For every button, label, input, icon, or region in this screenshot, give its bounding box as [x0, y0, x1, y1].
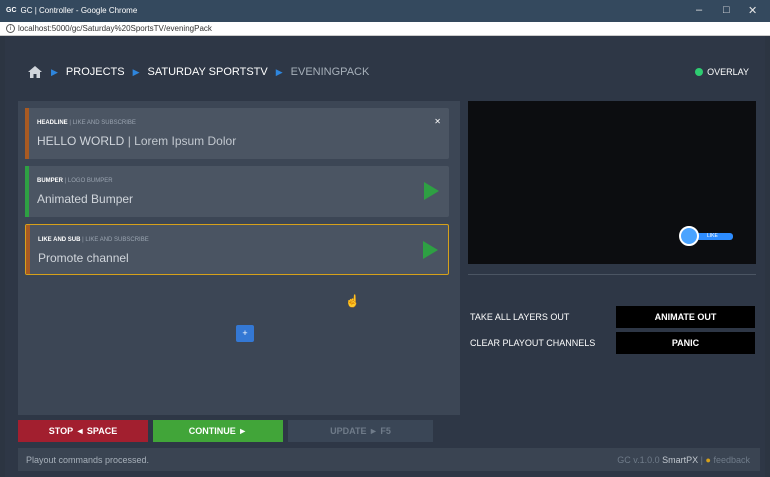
status-bar: Playout commands processed. GC v.1.0.0 S…	[18, 448, 760, 471]
address-bar[interactable]: i localhost:5000/gc/Saturday%20SportsTV/…	[0, 22, 770, 36]
browser-titlebar: GC GC | Controller - Google Chrome – □ ✕	[0, 0, 770, 22]
card-title: Promote channel	[38, 251, 129, 265]
status-dot-icon	[695, 68, 704, 76]
card-type: LIKE AND SUB	[38, 237, 81, 243]
preview-window: LIKE	[468, 101, 756, 264]
separator-icon: ▶	[132, 66, 140, 77]
close-icon[interactable]: ✕	[434, 117, 441, 126]
card-color-bar	[25, 166, 29, 217]
home-icon[interactable]	[27, 65, 43, 79]
update-button[interactable]: UPDATE ► F5	[288, 420, 433, 442]
separator-icon: ▶	[51, 66, 58, 77]
breadcrumb-project[interactable]: SATURDAY SPORTSTV	[148, 66, 268, 78]
card-template: LIKE AND SUBSCRIBE	[85, 237, 149, 243]
play-icon[interactable]	[423, 241, 438, 259]
card-title: HELLO WORLD | Lorem Ipsum Dolor	[37, 134, 237, 148]
stop-button[interactable]: STOP ◄ SPACE	[18, 420, 148, 442]
playout-button-bar: STOP ◄ SPACE CONTINUE ► UPDATE ► F5	[18, 420, 433, 442]
status-message: Playout commands processed.	[26, 455, 150, 465]
card-like-and-sub[interactable]: LIKE AND SUB | LIKE AND SUBSCRIBE Promot…	[25, 224, 449, 275]
card-title: Animated Bumper	[37, 192, 134, 206]
card-extra-text: Lorem Ipsum Dolor	[134, 134, 237, 148]
card-meta: BUMPER | LOGO BUMPER	[37, 178, 113, 184]
card-type: BUMPER	[37, 178, 64, 184]
like-icon	[679, 226, 699, 246]
action-row-panic: CLEAR PLAYOUT CHANNELS PANIC	[470, 332, 755, 354]
gc-logo: GC	[6, 7, 17, 14]
card-bumper[interactable]: BUMPER | LOGO BUMPER Animated Bumper	[25, 166, 449, 217]
overlay-status[interactable]: OVERLAY	[695, 67, 749, 77]
rundown-panel: HEADLINE | LIKE AND SUBSCRIBE HELLO WORL…	[18, 101, 460, 415]
card-template: LIKE AND SUBSCRIBE	[72, 120, 136, 126]
version-text: GC v.1.0.0	[617, 455, 660, 465]
card-headline[interactable]: HEADLINE | LIKE AND SUBSCRIBE HELLO WORL…	[25, 108, 449, 159]
url-text[interactable]: localhost:5000/gc/Saturday%20SportsTV/ev…	[18, 24, 212, 33]
brand-text: SmartPX	[662, 455, 699, 465]
hand-cursor-icon: ☝	[345, 294, 360, 308]
minimize-button[interactable]: –	[696, 4, 702, 16]
feedback-link[interactable]: feedback	[713, 455, 750, 465]
window-title: GC GC | Controller - Google Chrome	[6, 6, 137, 15]
card-color-bar	[26, 225, 30, 274]
maximize-button[interactable]: □	[723, 4, 730, 16]
card-template: LOGO BUMPER	[67, 178, 113, 184]
like-pill: LIKE	[693, 233, 733, 240]
animate-out-button[interactable]: ANIMATE OUT	[616, 306, 755, 328]
play-icon[interactable]	[424, 182, 439, 200]
bulb-icon: ●	[705, 455, 711, 465]
like-badge: LIKE	[679, 226, 734, 246]
breadcrumb: ▶ PROJECTS ▶ SATURDAY SPORTSTV ▶ EVENING…	[27, 65, 369, 79]
divider	[468, 274, 756, 275]
separator-icon: ▶	[275, 66, 283, 77]
continue-button[interactable]: CONTINUE ►	[153, 420, 283, 442]
breadcrumb-projects[interactable]: PROJECTS	[66, 66, 125, 78]
card-type: HEADLINE	[37, 120, 68, 126]
action-label: TAKE ALL LAYERS OUT	[470, 312, 570, 322]
info-icon[interactable]: i	[6, 24, 15, 33]
action-row-animate-out: TAKE ALL LAYERS OUT ANIMATE OUT	[470, 306, 755, 328]
card-title-text: HELLO WORLD	[37, 134, 125, 148]
action-label: CLEAR PLAYOUT CHANNELS	[470, 338, 596, 348]
card-meta: LIKE AND SUB | LIKE AND SUBSCRIBE	[38, 237, 149, 243]
app-root: ▶ PROJECTS ▶ SATURDAY SPORTSTV ▶ EVENING…	[5, 36, 765, 477]
add-card-button[interactable]: +	[236, 325, 254, 342]
breadcrumb-pack: EVENINGPACK	[290, 66, 370, 78]
card-meta: HEADLINE | LIKE AND SUBSCRIBE	[37, 120, 136, 126]
card-color-bar	[25, 108, 29, 159]
version-info: GC v.1.0.0 SmartPX | ● feedback	[617, 455, 750, 465]
panic-button[interactable]: PANIC	[616, 332, 755, 354]
close-button[interactable]: ✕	[748, 4, 757, 17]
window-title-text: GC | Controller - Google Chrome	[20, 6, 138, 15]
overlay-label: OVERLAY	[707, 67, 749, 77]
